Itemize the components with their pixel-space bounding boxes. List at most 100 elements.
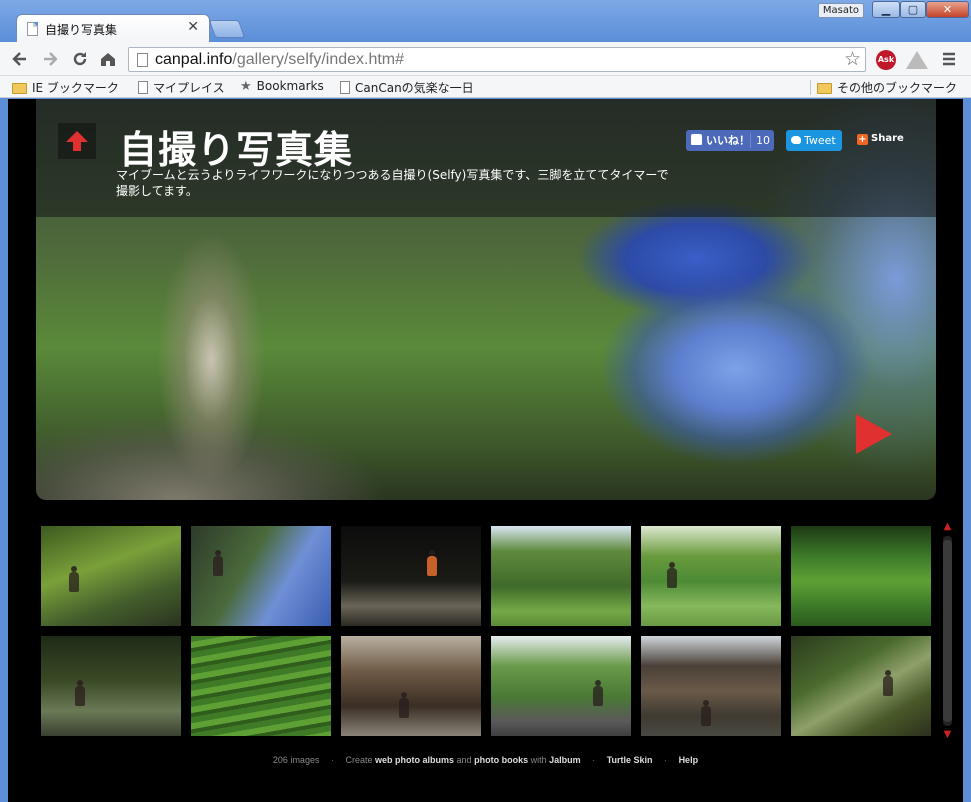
rider-figure bbox=[399, 692, 409, 718]
star-icon: ★ bbox=[240, 79, 252, 94]
album-footer: 206 images · Create web photo albums and… bbox=[8, 755, 963, 765]
thumbnail[interactable] bbox=[41, 526, 181, 626]
folder-icon bbox=[12, 83, 27, 94]
footer-dot: · bbox=[330, 755, 334, 765]
close-window-button[interactable]: ✕ bbox=[926, 1, 969, 18]
album-title: 自撮り写真集 bbox=[119, 128, 354, 172]
browser-window: 自撮り写真集 ✕ Masato ▁ ▢ ✕ canpal.info/galler… bbox=[0, 0, 971, 802]
page-content: 自撮り写真集 マイブームと云うよりライフワークになりつつある自撮り(Selfy)… bbox=[8, 99, 963, 802]
bookmark-label: CanCanの気楽な一日 bbox=[355, 81, 474, 95]
footer-and-text: and bbox=[456, 755, 472, 765]
twitter-bird-icon bbox=[791, 136, 801, 144]
bookmarks-bar: IE ブックマーク マイプレイス ★ Bookmarks CanCanの気楽な一日… bbox=[0, 76, 971, 98]
facebook-like-button[interactable]: いいね！ 10 bbox=[686, 130, 774, 151]
bookmark-ie-folder[interactable]: IE ブックマーク bbox=[12, 79, 119, 96]
minimize-button[interactable]: ▁ bbox=[872, 1, 900, 18]
bookmarks-separator bbox=[810, 80, 811, 95]
thumbnail[interactable] bbox=[641, 526, 781, 626]
back-icon[interactable] bbox=[10, 49, 30, 69]
tweet-button[interactable]: Tweet bbox=[786, 130, 842, 151]
like-label: いいね！ bbox=[706, 134, 750, 147]
scroll-down-icon[interactable]: ▼ bbox=[942, 730, 953, 740]
rider-figure bbox=[69, 566, 79, 592]
browser-tab[interactable]: 自撮り写真集 ✕ bbox=[16, 14, 210, 42]
thumbnail-scrollbar[interactable]: ▲ ▼ bbox=[940, 522, 955, 740]
share-button[interactable]: + Share bbox=[857, 133, 904, 145]
thumbnail[interactable] bbox=[791, 636, 931, 736]
thumbnail[interactable] bbox=[191, 526, 331, 626]
thumbnail[interactable] bbox=[341, 636, 481, 736]
folder-icon bbox=[817, 83, 832, 94]
footer-dot: · bbox=[664, 755, 668, 765]
tweet-label: Tweet bbox=[804, 134, 836, 147]
rider-figure bbox=[593, 680, 603, 706]
bookmark-other-folder[interactable]: その他のブックマーク bbox=[817, 79, 957, 96]
url-path: /gallery/selfy/index.htm# bbox=[232, 51, 405, 68]
help-link[interactable]: Help bbox=[679, 755, 699, 765]
browser-toolbar: canpal.info/gallery/selfy/index.htm# ☆ A… bbox=[0, 42, 971, 76]
rider-figure bbox=[427, 550, 437, 576]
thumbnail-grid bbox=[41, 526, 933, 736]
album-description: マイブームと云うよりライフワークになりつつある自撮り(Selfy)写真集です、三… bbox=[116, 168, 669, 198]
page-favicon-icon bbox=[27, 22, 38, 36]
rider-figure bbox=[883, 670, 893, 696]
like-count: 10 bbox=[756, 134, 770, 147]
url-host: canpal.info bbox=[155, 51, 233, 68]
turtle-skin-link[interactable]: Turtle Skin bbox=[607, 755, 653, 765]
share-label: Share bbox=[871, 133, 904, 144]
thumbnail[interactable] bbox=[41, 636, 181, 736]
bookmark-star-icon[interactable]: ☆ bbox=[844, 48, 861, 70]
reload-icon[interactable] bbox=[70, 49, 90, 69]
tab-close-icon[interactable]: ✕ bbox=[187, 19, 199, 35]
home-icon[interactable] bbox=[98, 49, 118, 69]
thumbnail[interactable] bbox=[641, 636, 781, 736]
ask-extension-icon[interactable]: Ask bbox=[876, 50, 896, 70]
photo-books-link[interactable]: photo books bbox=[474, 755, 528, 765]
profile-user-button[interactable]: Masato bbox=[818, 3, 864, 18]
up-arrow-icon bbox=[66, 131, 88, 151]
image-count: 206 images bbox=[272, 755, 320, 765]
thumbs-up-icon bbox=[691, 134, 702, 145]
thumbnail[interactable] bbox=[491, 526, 631, 626]
page-icon bbox=[137, 53, 148, 67]
bookmark-label: マイプレイス bbox=[153, 81, 225, 95]
forward-icon[interactable] bbox=[40, 49, 60, 69]
maximize-button[interactable]: ▢ bbox=[900, 1, 926, 18]
bookmark-label: Bookmarks bbox=[256, 79, 324, 93]
thumbnail[interactable] bbox=[791, 526, 931, 626]
address-bar[interactable]: canpal.info/gallery/selfy/index.htm# ☆ bbox=[128, 47, 866, 72]
bookmark-cancan[interactable]: CanCanの気楽な一日 bbox=[340, 79, 474, 96]
footer-create-text: Create bbox=[345, 755, 373, 765]
bookmark-label: IE ブックマーク bbox=[32, 81, 119, 95]
url-text[interactable]: canpal.info/gallery/selfy/index.htm# bbox=[155, 51, 404, 69]
share-plus-icon: + bbox=[857, 134, 868, 145]
footer-with-text: with bbox=[530, 755, 547, 765]
page-icon bbox=[138, 81, 148, 94]
drive-extension-icon[interactable] bbox=[906, 51, 928, 69]
tab-title: 自撮り写真集 bbox=[45, 23, 118, 37]
play-slideshow-button[interactable] bbox=[854, 412, 894, 460]
like-divider bbox=[750, 133, 751, 148]
thumbnail[interactable] bbox=[341, 526, 481, 626]
jalbum-link[interactable]: Jalbum bbox=[549, 755, 581, 765]
rider-figure bbox=[75, 680, 85, 706]
bookmark-label: その他のブックマーク bbox=[837, 81, 958, 95]
thumbnail[interactable] bbox=[491, 636, 631, 736]
footer-dot: · bbox=[592, 755, 596, 765]
scroll-up-icon[interactable]: ▲ bbox=[942, 522, 953, 532]
title-bar: 自撮り写真集 ✕ Masato ▁ ▢ ✕ bbox=[0, 0, 971, 42]
new-tab-button[interactable] bbox=[208, 20, 246, 38]
rider-figure bbox=[667, 562, 677, 588]
page-icon bbox=[340, 81, 350, 94]
play-icon bbox=[856, 414, 892, 454]
rider-figure bbox=[701, 700, 711, 726]
rider-figure bbox=[213, 550, 223, 576]
menu-icon[interactable] bbox=[939, 49, 959, 69]
scroll-thumb[interactable] bbox=[943, 540, 952, 722]
hero-slide-image[interactable]: 自撮り写真集 マイブームと云うよりライフワークになりつつある自撮り(Selfy)… bbox=[36, 99, 936, 500]
thumbnail[interactable] bbox=[191, 636, 331, 736]
up-level-button[interactable] bbox=[58, 123, 96, 159]
web-albums-link[interactable]: web photo albums bbox=[375, 755, 454, 765]
bookmark-myplace[interactable]: マイプレイス bbox=[138, 79, 225, 96]
bookmark-bookmarks[interactable]: ★ Bookmarks bbox=[240, 79, 324, 94]
